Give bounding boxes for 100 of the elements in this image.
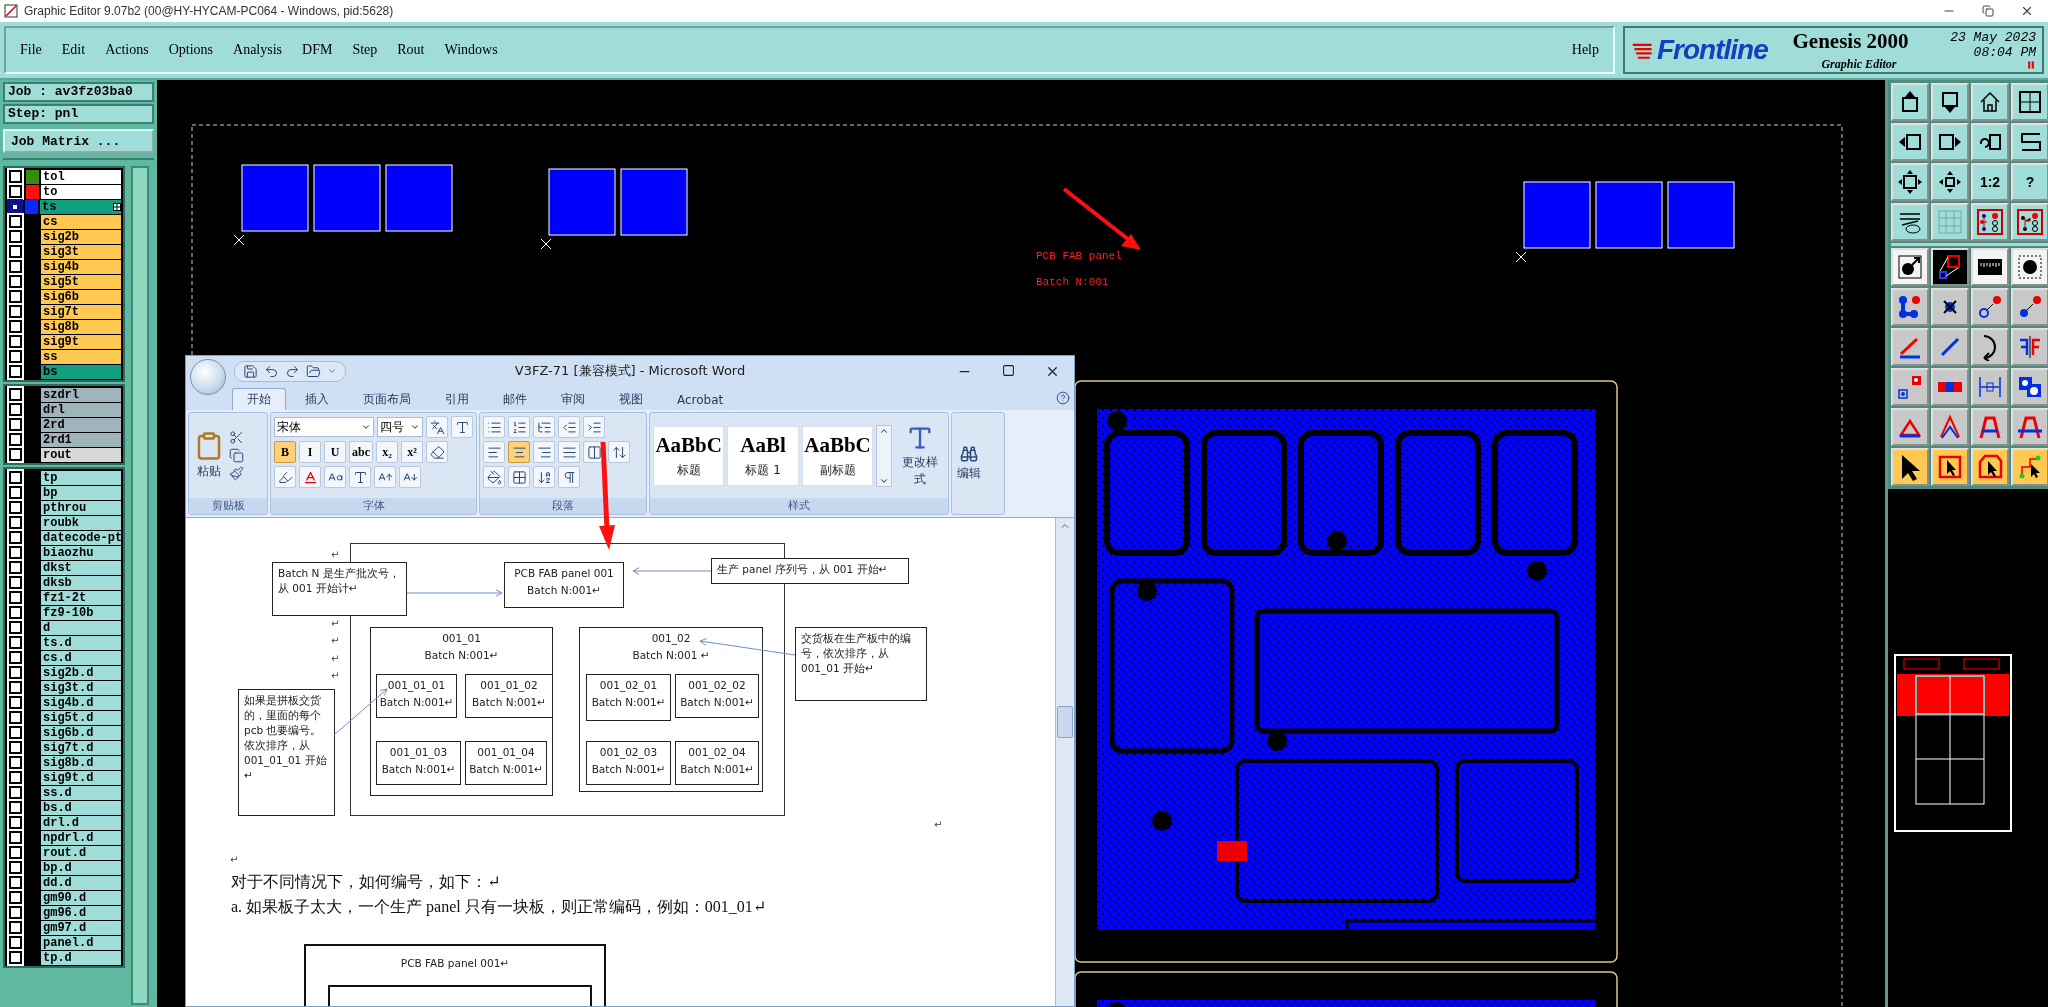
tool-button[interactable] (1931, 328, 1969, 366)
tool-button[interactable] (1891, 408, 1929, 446)
layer-name[interactable]: fz1-2t (41, 590, 121, 605)
menu-item[interactable]: Actions (105, 42, 149, 58)
tool-button[interactable] (2011, 288, 2048, 326)
tool-button[interactable] (2011, 203, 2048, 241)
layer-checkbox[interactable] (9, 951, 22, 964)
layer-checkbox[interactable] (9, 501, 22, 514)
layer-name[interactable]: dd.d (41, 875, 121, 890)
layer-name[interactable]: ts.d (41, 635, 121, 650)
layer-checkbox[interactable] (9, 546, 22, 559)
tool-button[interactable] (1931, 83, 1969, 121)
layer-name[interactable]: sig8b.d (41, 755, 121, 770)
menu-item[interactable]: Help (1571, 42, 1599, 58)
format-button[interactable]: I (299, 441, 321, 463)
tool-button[interactable] (2011, 248, 2048, 286)
menu-item[interactable]: Rout (397, 42, 425, 58)
restore-icon[interactable] (1982, 5, 1994, 17)
layer-checkbox[interactable] (9, 651, 22, 664)
layer-checkbox[interactable] (9, 215, 22, 228)
layer-checkbox[interactable] (9, 846, 22, 859)
layer-checkbox[interactable] (9, 936, 22, 949)
layer-checkbox[interactable] (9, 831, 22, 844)
layer-name[interactable]: sig7t (41, 304, 121, 319)
layer-name[interactable]: panel.d (41, 935, 121, 950)
layer-checkbox[interactable] (9, 801, 22, 814)
layer-name[interactable]: ts (40, 199, 121, 214)
layer-checkbox[interactable] (9, 170, 22, 183)
scroll-thumb[interactable] (1057, 706, 1073, 738)
gallery-scrollbar[interactable] (876, 424, 892, 487)
size-field[interactable]: 四号 (377, 417, 423, 437)
layer-name[interactable]: sig9t (41, 334, 121, 349)
grow-font-button[interactable] (374, 466, 396, 488)
layer-checkbox[interactable] (9, 365, 22, 378)
tool-button[interactable] (2011, 408, 2048, 446)
layer-name[interactable]: gm90.d (41, 890, 121, 905)
format-button[interactable]: U (324, 441, 346, 463)
layer-checkbox[interactable] (9, 448, 22, 461)
ribbon-tab[interactable]: 视图 (604, 388, 658, 410)
layer-checkbox[interactable] (9, 471, 22, 484)
layer-checkbox[interactable] (9, 516, 22, 529)
ribbon-tab[interactable]: 页面布局 (348, 388, 426, 410)
tool-button[interactable] (1931, 123, 1969, 161)
tool-button[interactable] (2011, 368, 2048, 406)
format-button[interactable]: abc (349, 441, 373, 463)
menu-item[interactable]: DFM (302, 42, 333, 58)
layer-name[interactable]: cs.d (41, 650, 121, 665)
tool-button[interactable] (1971, 448, 2009, 486)
layer-checkbox[interactable] (9, 711, 22, 724)
layer-name[interactable]: to (41, 184, 121, 199)
tool-button[interactable] (1971, 123, 2009, 161)
sort-button[interactable] (533, 466, 555, 488)
tool-button[interactable]: 1:2 (1971, 163, 2009, 201)
close-icon[interactable] (2020, 4, 2034, 18)
layer-name[interactable]: sig9t.d (41, 770, 121, 785)
shrink-font-button[interactable] (399, 466, 421, 488)
layer-checkbox[interactable] (9, 245, 22, 258)
tool-button[interactable] (1931, 163, 1969, 201)
layer-name[interactable]: biaozhu (41, 545, 121, 560)
ribbon-tab[interactable]: 引用 (430, 388, 484, 410)
style-gallery-item[interactable]: AaBl 标题 1 (727, 425, 799, 486)
layer-name[interactable]: sig3t.d (41, 680, 121, 695)
layer-checkbox[interactable] (9, 876, 22, 889)
layer-checkbox[interactable] (9, 531, 22, 544)
tool-button[interactable] (1931, 368, 1969, 406)
line-spacing-button[interactable] (608, 441, 630, 463)
tool-button[interactable] (1931, 408, 1969, 446)
layer-checkbox[interactable] (9, 275, 22, 288)
menu-item[interactable]: File (20, 42, 42, 58)
layer-scrollbar[interactable] (131, 166, 149, 1005)
tool-button[interactable] (1971, 408, 2009, 446)
tool-button[interactable] (1971, 203, 2009, 241)
document-scrollbar[interactable] (1055, 518, 1074, 1006)
shading-button[interactable] (349, 466, 371, 488)
layer-name[interactable]: sig5t (41, 274, 121, 289)
job-matrix-button[interactable]: Job Matrix ... (3, 129, 154, 153)
align-button[interactable] (558, 441, 580, 463)
layer-name[interactable]: sig6b (41, 289, 121, 304)
borders-button[interactable] (508, 466, 530, 488)
layer-name[interactable]: sig2b (41, 229, 121, 244)
layer-name[interactable]: fz9-10b (41, 605, 121, 620)
layer-name[interactable]: pthrou (41, 500, 121, 515)
layer-name[interactable]: rout (41, 447, 121, 462)
maximize-icon[interactable] (1002, 363, 1015, 377)
layer-checkbox[interactable] (9, 816, 22, 829)
layer-name[interactable]: tp (41, 470, 121, 485)
layer-checkbox[interactable] (9, 418, 22, 431)
multilevel-list-button[interactable] (533, 416, 555, 438)
layer-name[interactable]: bp.d (41, 860, 121, 875)
layer-checkbox[interactable] (9, 906, 22, 919)
layer-checkbox[interactable] (9, 335, 22, 348)
character-border-button[interactable] (451, 416, 473, 438)
layer-checkbox[interactable] (9, 200, 21, 213)
layer-name[interactable]: sig4b.d (41, 695, 121, 710)
layer-checkbox[interactable] (9, 591, 22, 604)
layer-checkbox[interactable] (9, 681, 22, 694)
layer-name[interactable]: 2rd (41, 417, 121, 432)
layer-checkbox[interactable] (9, 486, 22, 499)
highlight-button[interactable] (274, 466, 296, 488)
layer-checkbox[interactable] (9, 666, 22, 679)
